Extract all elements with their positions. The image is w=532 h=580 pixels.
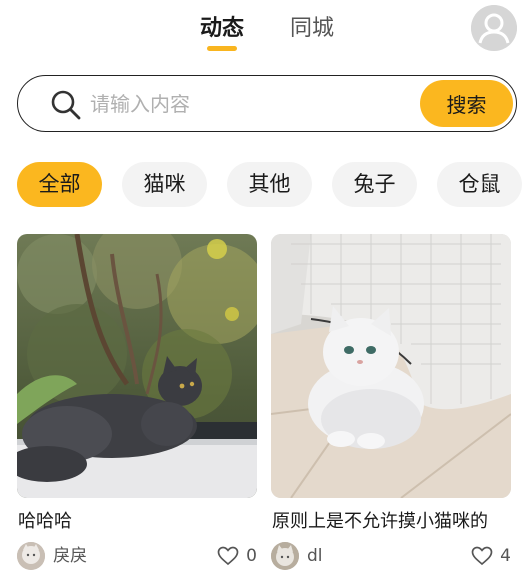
post-image[interactable] <box>271 234 511 498</box>
author-name[interactable]: 戾戾 <box>53 544 87 568</box>
tab-dynamic[interactable]: 动态 <box>200 14 244 44</box>
post-card[interactable]: 原则上是不允许摸小猫咪的 dl 4 <box>271 234 511 570</box>
category-chips: 全部 猫咪 其他 兔子 仓鼠 <box>0 162 532 208</box>
post-title: 原则上是不允许摸小猫咪的 <box>272 511 488 532</box>
author-name[interactable]: dl <box>307 544 323 568</box>
chip-rabbits[interactable]: 兔子 <box>332 162 417 207</box>
chip-cats[interactable]: 猫咪 <box>122 162 207 207</box>
post-title: 哈哈哈 <box>18 511 72 532</box>
user-avatar-icon[interactable] <box>471 5 517 51</box>
chip-hamsters[interactable]: 仓鼠 <box>437 162 522 207</box>
top-tabs: 动态 同城 <box>0 14 532 58</box>
like-count: 4 <box>500 546 511 566</box>
post-meta: 戾戾 0 <box>17 542 257 570</box>
post-meta: dl 4 <box>271 542 511 570</box>
tab-same-city[interactable]: 同城 <box>290 14 334 44</box>
author-avatar[interactable] <box>17 542 45 570</box>
post-image[interactable] <box>17 234 257 498</box>
heart-icon <box>217 546 239 566</box>
search-button[interactable]: 搜索 <box>420 80 513 127</box>
chip-other[interactable]: 其他 <box>227 162 312 207</box>
like-count: 0 <box>246 546 257 566</box>
active-tab-indicator <box>207 46 237 51</box>
author-avatar[interactable] <box>271 542 299 570</box>
heart-icon <box>471 546 493 566</box>
chip-all[interactable]: 全部 <box>17 162 102 207</box>
post-card[interactable]: 哈哈哈 戾戾 0 <box>17 234 257 570</box>
search-input[interactable] <box>90 88 410 120</box>
search-bar: 搜索 <box>17 75 517 132</box>
search-icon <box>51 90 81 120</box>
